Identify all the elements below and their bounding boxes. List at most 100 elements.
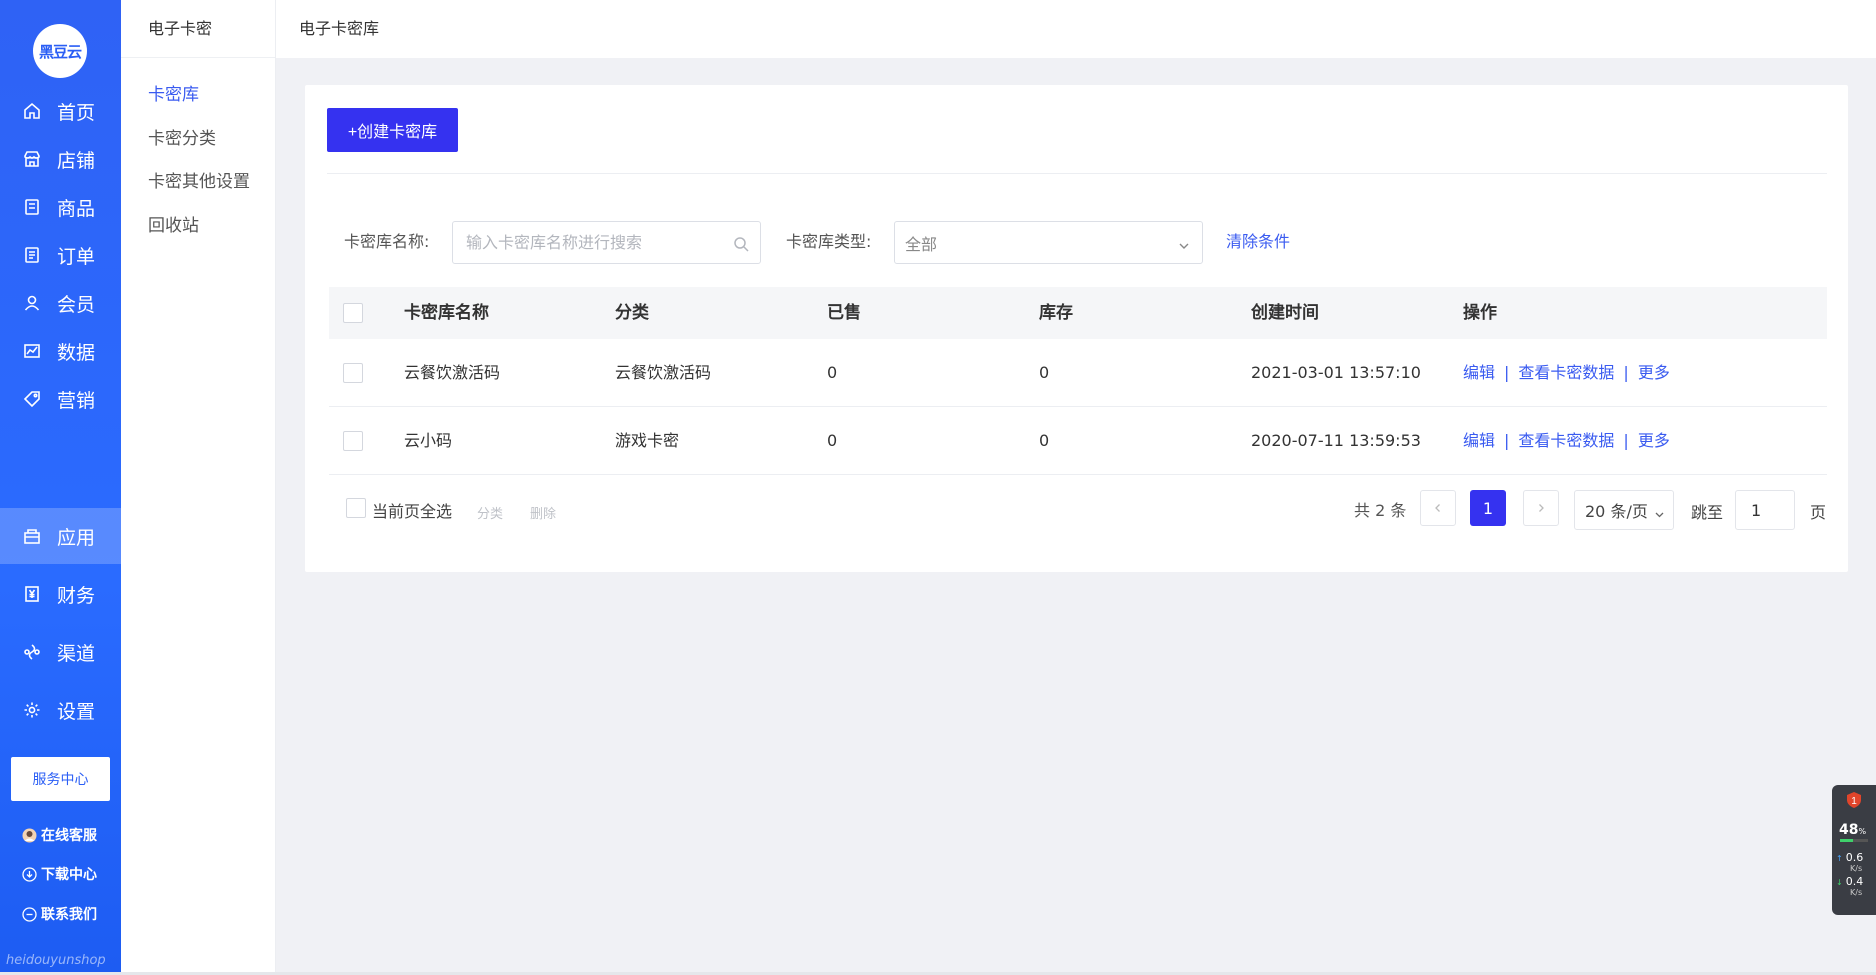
order-icon	[22, 245, 42, 265]
svg-text:1: 1	[1851, 796, 1857, 807]
cpu-percent: 48%	[1839, 822, 1867, 838]
cell-name: 云小码	[404, 431, 453, 450]
row-checkbox[interactable]	[343, 431, 363, 451]
shop-icon	[22, 149, 42, 169]
page-size-select[interactable]: 20 条/页	[1574, 490, 1674, 530]
more-link[interactable]: 更多	[1638, 431, 1670, 450]
home-icon	[22, 101, 42, 121]
shield-badge-icon: 1	[1846, 791, 1862, 809]
nav-label: 商品	[57, 197, 96, 220]
nav-item-settings[interactable]: 设置	[0, 682, 121, 738]
primary-nav: 黑豆云 首页 店铺 商品 订单 会员 数据 营销 应用 财务 渠道 设置 服务中…	[0, 0, 121, 975]
chevron-right-icon	[1539, 504, 1544, 512]
cell-category: 游戏卡密	[615, 431, 680, 450]
breadcrumb: 电子卡密库	[299, 19, 380, 38]
nav-label: 应用	[57, 526, 96, 549]
name-search-input[interactable]	[452, 221, 761, 264]
prev-page-button[interactable]	[1420, 490, 1456, 526]
cell-stock: 0	[1039, 431, 1050, 450]
nav-label: 店铺	[57, 149, 96, 172]
online-service-link[interactable]: 在线客服	[22, 825, 97, 845]
table-header: 卡密库名称 分类 已售 库存 创建时间 操作	[329, 287, 1827, 339]
nav-label: 营销	[57, 389, 96, 412]
chevron-down-icon	[1178, 237, 1190, 249]
page-1-button[interactable]: 1	[1470, 490, 1506, 526]
page-size-value: 20 条/页	[1585, 502, 1648, 521]
chevron-left-icon	[1435, 504, 1440, 512]
view-card-data-link[interactable]: 查看卡密数据	[1518, 431, 1614, 450]
select-page-checkbox[interactable]	[346, 498, 366, 518]
channel-icon	[22, 642, 42, 662]
subnav-item-card-category[interactable]: 卡密分类	[148, 124, 216, 149]
clear-filters-link[interactable]: 清除条件	[1226, 228, 1290, 252]
batch-category-button[interactable]: 分类	[477, 503, 503, 522]
subnav-item-card-library[interactable]: 卡密库	[148, 80, 199, 105]
more-link[interactable]: 更多	[1638, 363, 1670, 382]
create-card-library-button[interactable]: +创建卡密库	[327, 108, 458, 152]
nav-item-finance[interactable]: 财务	[0, 566, 121, 622]
column-header-actions: 操作	[1463, 303, 1497, 323]
nav-item-channel[interactable]: 渠道	[0, 624, 121, 680]
nav-item-apps[interactable]: 应用	[0, 508, 121, 564]
column-header-name: 卡密库名称	[404, 303, 489, 323]
cell-sold: 0	[827, 431, 838, 450]
system-monitor-widget[interactable]: 1 48% ↑ 0.6 K/s ↓ 0.4 K/s	[1832, 785, 1876, 915]
contact-icon	[22, 906, 37, 922]
subnav-item-recycle-bin[interactable]: 回收站	[148, 211, 199, 236]
subnav-item-card-settings[interactable]: 卡密其他设置	[148, 167, 250, 192]
download-center-link[interactable]: 下载中心	[22, 864, 97, 884]
service-center-button[interactable]: 服务中心	[11, 757, 110, 801]
name-filter-label: 卡密库名称:	[344, 232, 430, 251]
download-speed: ↓ 0.4 K/s	[1836, 875, 1864, 897]
select-page-label: 当前页全选	[372, 502, 453, 521]
batch-delete-button[interactable]: 删除	[530, 503, 556, 522]
row-actions: 编辑 | 查看卡密数据 | 更多	[1463, 363, 1670, 382]
content-card: +创建卡密库 卡密库名称: 卡密库类型: 全部 清除条件 卡密库名称 分类 已售…	[305, 85, 1848, 572]
logo-text: 黑豆云	[38, 42, 82, 61]
column-header-sold: 已售	[827, 303, 861, 323]
row-actions: 编辑 | 查看卡密数据 | 更多	[1463, 431, 1670, 450]
edit-link[interactable]: 编辑	[1463, 431, 1495, 450]
download-icon	[22, 866, 37, 882]
user-icon	[22, 293, 42, 313]
cell-stock: 0	[1039, 363, 1050, 382]
table-row: 云小码 游戏卡密 0 0 2020-07-11 13:59:53 编辑 | 查看卡密…	[329, 407, 1827, 475]
divider	[327, 173, 1827, 174]
nav-label: 订单	[57, 245, 96, 268]
secondary-nav: 电子卡密 卡密库 卡密分类 卡密其他设置 回收站	[121, 0, 276, 975]
nav-label: 数据	[57, 341, 96, 364]
type-filter-label: 卡密库类型:	[786, 232, 872, 251]
edit-link[interactable]: 编辑	[1463, 363, 1495, 382]
row-checkbox[interactable]	[343, 363, 363, 383]
type-select[interactable]: 全部	[894, 221, 1203, 264]
next-page-button[interactable]	[1523, 490, 1559, 526]
footer-brand: heidouyunshop	[6, 953, 106, 968]
select-all-checkbox[interactable]	[343, 303, 363, 323]
type-select-value: 全部	[905, 234, 938, 254]
contact-us-label: 联系我们	[41, 907, 97, 923]
download-center-label: 下载中心	[41, 867, 97, 883]
jump-page-input[interactable]	[1735, 490, 1795, 530]
contact-us-link[interactable]: 联系我们	[22, 904, 97, 924]
top-bar: 电子卡密库	[276, 0, 1876, 58]
upload-speed: ↑ 0.6 K/s	[1836, 851, 1864, 873]
cell-sold: 0	[827, 363, 838, 382]
goods-icon	[22, 197, 42, 217]
cell-created: 2021-03-01 13:57:10	[1251, 363, 1421, 382]
nav-label: 渠道	[57, 642, 96, 665]
total-count: 共 2 条	[1354, 501, 1407, 520]
cpu-bar-fill	[1840, 839, 1854, 842]
nav-label: 财务	[57, 584, 96, 607]
nav-label: 设置	[57, 700, 96, 723]
subnav-title: 电子卡密	[121, 0, 275, 58]
brand-logo[interactable]: 黑豆云	[33, 24, 87, 78]
column-header-stock: 库存	[1039, 303, 1073, 323]
nav-item-marketing[interactable]: 营销	[0, 371, 121, 427]
online-service-label: 在线客服	[41, 828, 97, 844]
yen-icon	[22, 584, 42, 604]
cell-name: 云餐饮激活码	[404, 363, 501, 382]
app-icon	[22, 526, 42, 546]
tag-icon	[22, 389, 42, 409]
view-card-data-link[interactable]: 查看卡密数据	[1518, 363, 1614, 382]
search-icon[interactable]	[733, 236, 749, 252]
